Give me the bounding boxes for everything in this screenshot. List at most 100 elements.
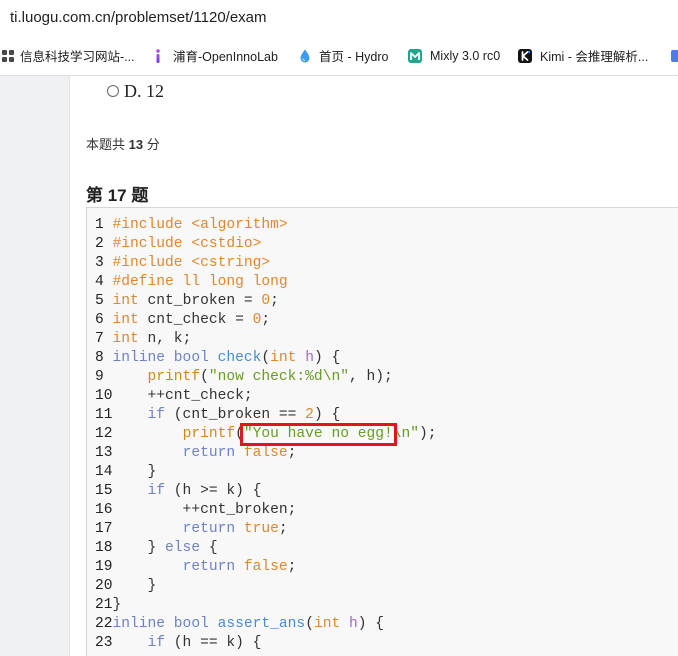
code-literal: true [243,521,279,537]
code-line: 3 #include <cstring> [95,254,678,273]
code-text: ) { [313,407,341,423]
code-text: (h == k) { [165,635,262,651]
code-text: cnt_broken = [138,293,262,309]
code-function-name: check [217,350,262,366]
code-keyword: inline bool [112,350,209,366]
code-keyword: return [182,559,236,575]
code-line: 2 #include <cstdio> [95,235,678,254]
bookmark-mixly[interactable]: Mixly 3.0 rc0 [407,36,511,75]
code-line: 19 return false; [95,558,678,577]
droplet-icon [297,48,313,64]
code-line: 9 printf("now check:%d\n", h); [95,368,678,387]
browser-toolbar: ti.luogu.com.cn/problemset/1120/exam 信息科… [0,0,678,76]
code-text: } [112,540,166,556]
bookmark-xinxi-keji[interactable]: 信息科技学习网站-... [0,36,146,75]
bookmark-hydro[interactable]: 首页 - Hydro [297,36,403,75]
code-line-number: 2 [95,236,104,252]
code-line: 16 ++cnt_broken; [95,501,678,520]
code-line-number: 3 [95,255,104,271]
code-text: ; [278,521,288,537]
code-line-number: 8 [95,350,104,366]
code-keyword: return [182,521,236,537]
code-text: ( [305,616,314,632]
code-line-number: 4 [95,274,104,290]
code-type: int [112,312,139,328]
score-suffix: 分 [146,137,160,152]
code-line: 21} [95,596,678,615]
code-line-number: 12 [95,426,113,442]
code-line: 7 int n, k; [95,330,678,349]
code-text: n, k; [138,331,192,347]
code-line-number: 21 [95,597,113,613]
score-value: 13 [128,137,144,152]
code-keyword: inline bool [112,616,209,632]
code-preprocessor: #include <cstring> [112,255,271,271]
code-line-number: 10 [95,388,113,404]
code-text: } [112,597,122,613]
code-preprocessor: #include <cstdio> [112,236,262,252]
code-builtin-call: printf [182,426,236,442]
option-d-radio[interactable] [107,85,119,97]
bookmark-partial[interactable] [670,36,678,75]
code-text: ++cnt_check; [112,388,253,404]
code-text: ) { [313,350,341,366]
code-text: (cnt_broken == [165,407,306,423]
code-text: } [112,464,157,480]
code-text: , h); [348,369,393,385]
bookmark-label: 浦育-OpenInnoLab [173,50,278,64]
code-text: ; [287,445,297,461]
code-literal: false [243,559,288,575]
code-line: 4 #define ll long long [95,273,678,292]
bookmark-label: Mixly 3.0 rc0 [430,48,501,63]
code-keyword: if [147,635,166,651]
code-builtin-call: printf [147,369,201,385]
code-keyword: if [147,407,166,423]
code-text: ( [261,350,271,366]
code-type: int [112,293,139,309]
code-text: (h >= k) { [165,483,262,499]
code-text: ++cnt_broken; [112,502,297,518]
partial-bookmark-icon [670,48,678,64]
code-text: ( [200,369,209,385]
code-text: ; [261,312,271,328]
code-parameter: h [305,350,314,366]
bookmark-label: Kimi - 会推理解析... [540,50,649,64]
code-line-number: 6 [95,312,104,328]
bookmark-kimi[interactable]: Kimi - 会推理解析... [517,36,665,75]
code-number: 2 [305,407,314,423]
code-text: { [200,540,218,556]
code-line: 1 #include <algorithm> [95,216,678,235]
url-text[interactable]: ti.luogu.com.cn/problemset/1120/exam [10,0,267,36]
code-type: int [313,616,341,632]
code-line: 10 ++cnt_check; [95,387,678,406]
code-line-number: 23 [95,635,113,651]
code-line: 8 inline bool check(int h) { [95,349,678,368]
bookmark-label: 信息科技学习网站-... [20,50,135,64]
question-title: 第 17 题 [86,186,149,205]
code-preprocessor: #include <algorithm> [112,217,288,233]
code-string: "now check:%d\n" [208,369,349,385]
code-line-number: 18 [95,540,113,556]
code-line: 20 } [95,577,678,596]
option-d[interactable]: D. 12 [107,80,164,102]
code-preprocessor: #define ll long long [112,274,288,290]
bookmark-openinnolab[interactable]: 浦育-OpenInnoLab [150,36,290,75]
code-line-number: 19 [95,559,113,575]
i-logo-icon [150,48,166,64]
code-line-number: 20 [95,578,113,594]
code-line-number: 5 [95,293,104,309]
code-line: 22inline bool assert_ans(int h) { [95,615,678,634]
code-keyword: return [182,445,236,461]
code-line-number: 15 [95,483,113,499]
code-function-name: assert_ans [217,616,306,632]
address-bar[interactable]: ti.luogu.com.cn/problemset/1120/exam [0,0,678,36]
question-score: 本题共 13 分 [86,136,160,154]
